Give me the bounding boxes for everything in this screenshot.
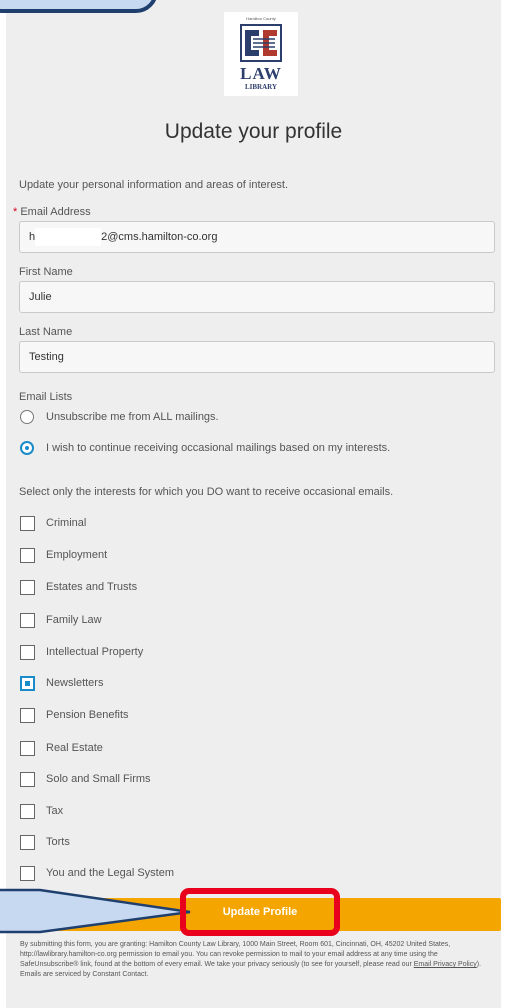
intro-text: Update your personal information and are… (19, 179, 289, 191)
email-label-text: Email Address (20, 206, 91, 218)
checkbox-pension-benefits-label: Pension Benefits (46, 709, 129, 721)
checkbox-solo-and-small-firms[interactable] (20, 772, 35, 787)
checkbox-solo-and-small-firms-label: Solo and Small Firms (46, 773, 151, 785)
update-profile-button-label[interactable]: Update Profile (180, 888, 340, 936)
checkbox-employment[interactable] (20, 548, 35, 563)
checkbox-tax-label: Tax (46, 805, 64, 817)
radio-unsubscribe-all[interactable] (20, 410, 34, 424)
callout-pointer-arrow (0, 888, 191, 934)
checkbox-real-estate[interactable] (20, 741, 35, 756)
first-name-field[interactable]: Julie (19, 281, 495, 313)
page-title: Update your profile (164, 120, 343, 143)
checkbox-criminal-label: Criminal (46, 517, 87, 529)
checkbox-newsletters-label: Newsletters (46, 677, 104, 689)
radio-continue-mailings-label: I wish to continue receiving occasional … (46, 442, 391, 454)
checkbox-family-law-label: Family Law (46, 614, 102, 626)
email-privacy-policy-link[interactable]: Email Privacy Policy (414, 961, 477, 968)
email-label: * Email Address (13, 206, 91, 218)
redaction-block (35, 228, 102, 247)
checkbox-intellectual-property-label: Intellectual Property (46, 646, 144, 658)
interests-prompt: Select only the interests for which you … (19, 486, 394, 498)
checkbox-criminal[interactable] (20, 516, 35, 531)
logo-library-text: LIBRARY (244, 83, 278, 91)
checkbox-torts[interactable] (20, 835, 35, 850)
checkbox-torts-label: Torts (46, 836, 70, 848)
logo-law-text: LAW (240, 64, 282, 83)
checkbox-real-estate-label: Real Estate (46, 742, 103, 754)
checkbox-tax[interactable] (20, 804, 35, 819)
radio-continue-mailings[interactable] (20, 441, 34, 455)
radio-unsubscribe-all-label: Unsubscribe me from ALL mailings. (46, 411, 219, 423)
checkbox-intellectual-property[interactable] (20, 645, 35, 660)
checkbox-estates-and-trusts[interactable] (20, 580, 35, 595)
required-mark: * (13, 206, 18, 218)
checkbox-pension-benefits[interactable] (20, 708, 35, 723)
first-name-label: First Name (19, 266, 73, 278)
logo-emblem-icon (240, 24, 282, 62)
checkbox-employment-label: Employment (46, 549, 108, 561)
email-lists-label: Email Lists (19, 391, 73, 403)
checkbox-newsletters[interactable] (20, 676, 35, 691)
last-name-label: Last Name (19, 326, 73, 338)
last-name-field[interactable]: Testing (19, 341, 495, 373)
checkbox-family-law[interactable] (20, 613, 35, 628)
law-library-logo: Hamilton County LAW LIBRARY (224, 12, 298, 96)
email-value-suffix: 2@cms.hamilton-co.org (101, 231, 218, 243)
logo-small-text: Hamilton County (246, 16, 276, 21)
checkbox-estates-and-trusts-label: Estates and Trusts (46, 581, 138, 593)
email-field[interactable]: h 2@cms.hamilton-co.org (19, 221, 495, 253)
callout-shape-top (0, 0, 158, 13)
